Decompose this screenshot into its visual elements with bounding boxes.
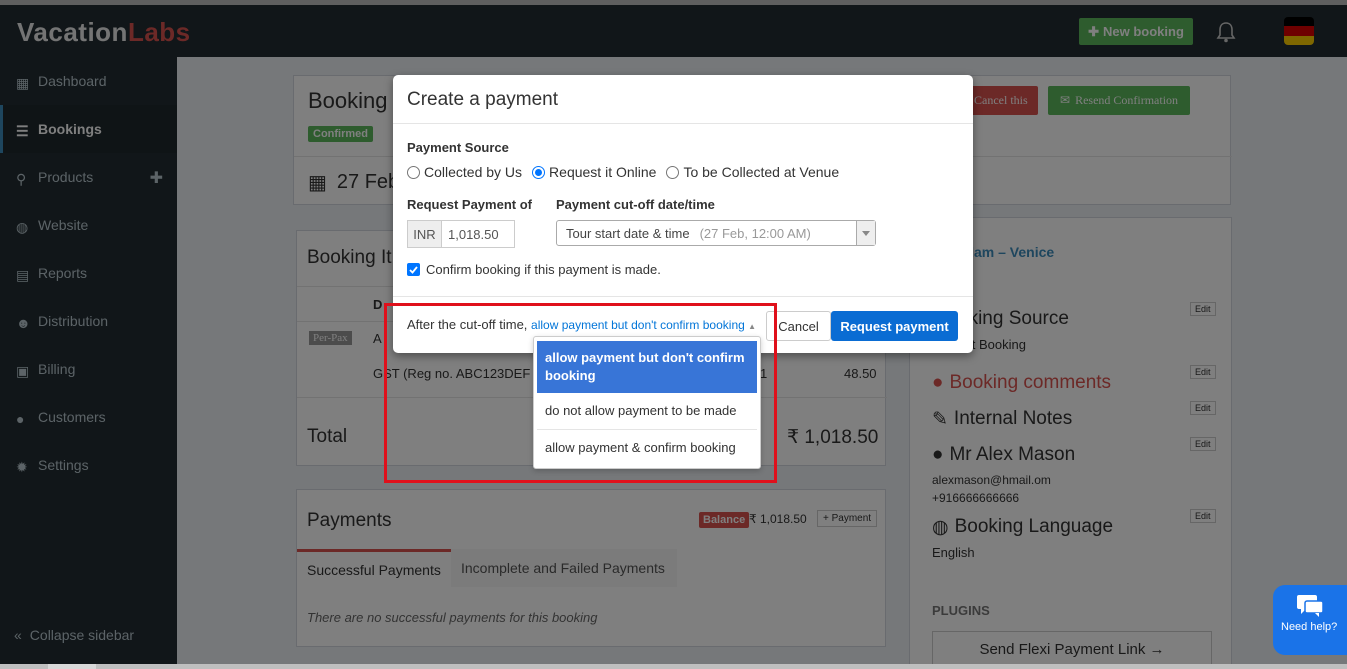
- checkbox-checked-icon[interactable]: [407, 263, 420, 276]
- highlight-box: [384, 303, 777, 483]
- amount-input[interactable]: 1,018.50: [442, 221, 499, 247]
- payment-source-radios: Collected by Us Request it Online To be …: [407, 164, 849, 180]
- payment-source-label: Payment Source: [407, 140, 509, 155]
- currency-addon: INR: [408, 221, 442, 247]
- radio-selected-icon[interactable]: [532, 165, 546, 179]
- radio-collected-by-us[interactable]: Collected by Us: [407, 164, 522, 180]
- confirm-booking-checkbox[interactable]: Confirm booking if this payment is made.: [407, 262, 661, 277]
- chat-bubble-icon: [1297, 595, 1324, 617]
- scrollbar-thumb[interactable]: [48, 664, 96, 669]
- cutoff-label: Payment cut-off date/time: [556, 197, 715, 212]
- chat-label: Need help?: [1281, 621, 1338, 633]
- cutoff-select[interactable]: Tour start date & time (27 Feb, 12:00 AM…: [556, 220, 876, 246]
- horizontal-scrollbar[interactable]: [0, 664, 1347, 669]
- amount-input-group: INR 1,018.50: [407, 220, 515, 248]
- chevron-down-icon[interactable]: [856, 221, 875, 245]
- request-payment-button[interactable]: Request payment: [831, 311, 958, 341]
- radio-collected-at-venue[interactable]: To be Collected at Venue: [666, 164, 839, 180]
- chat-help-widget[interactable]: Need help?: [1273, 585, 1347, 655]
- request-payment-label: Request Payment of: [407, 197, 532, 212]
- radio-circle-icon[interactable]: [666, 165, 680, 179]
- modal-title: Create a payment: [393, 75, 973, 124]
- radio-request-online[interactable]: Request it Online: [532, 164, 656, 180]
- radio-circle-icon[interactable]: [407, 165, 420, 179]
